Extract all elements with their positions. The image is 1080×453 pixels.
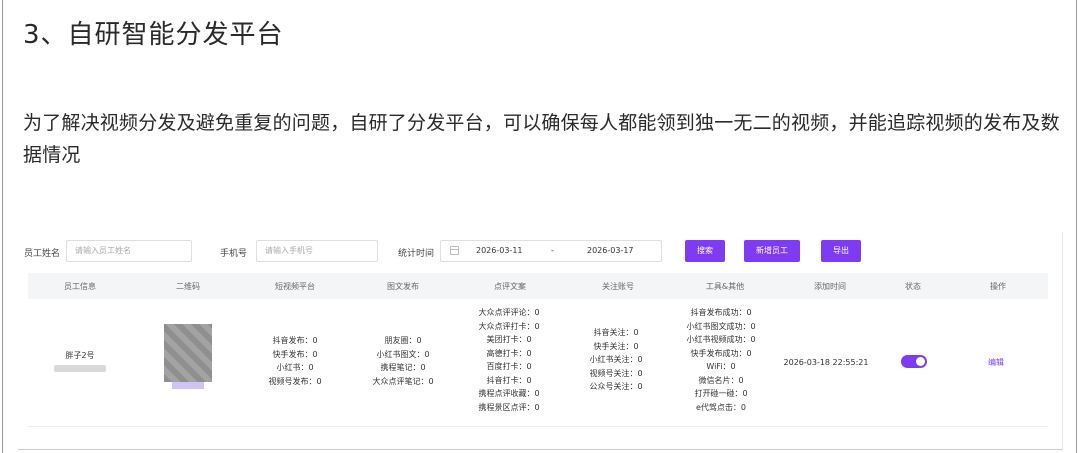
employee-name: 胖子2号 xyxy=(65,351,95,360)
th-short-video: 短视频平台 xyxy=(275,282,315,291)
added-time: 2026-03-18 22:55:21 xyxy=(783,358,869,367)
th-employee-info: 员工信息 xyxy=(64,282,96,291)
date-range-picker[interactable]: 2026-03-11 - 2026-03-17 xyxy=(440,240,662,262)
employee-name-label: 员工姓名 xyxy=(24,249,61,259)
th-qrcode: 二维码 xyxy=(176,282,200,291)
export-button[interactable]: 导出 xyxy=(821,240,861,262)
phone-input[interactable]: 请输入手机号 xyxy=(256,240,378,262)
short-video-cell: 抖音发布：0 快手发布：0 小红书：0 视频号发布：0 xyxy=(268,334,321,388)
follow-accounts-cell: 抖音关注：0 快手关注：0 小红书关注：0 视频号关注：0 公众号关注：0 xyxy=(589,326,642,394)
stats-time-label: 统计时间 xyxy=(398,249,435,259)
row-divider xyxy=(28,426,1048,427)
review-ctrip-scenic: 携程景区点评：0 xyxy=(478,402,540,412)
edit-link[interactable]: 编辑 xyxy=(988,357,1004,368)
tool-kuaishou-success: 快手发布成功：0 xyxy=(690,348,752,358)
tool-wifi: WiFi：0 xyxy=(706,362,736,371)
review-gaode-checkin: 高德打卡：0 xyxy=(486,348,532,358)
tool-douyin-success: 抖音发布成功：0 xyxy=(690,308,752,317)
date-start[interactable]: 2026-03-11 xyxy=(476,246,523,255)
employee-detail-blurred xyxy=(54,365,106,372)
search-button[interactable]: 搜索 xyxy=(685,240,725,262)
date-separator: - xyxy=(551,246,554,255)
review-ctrip-favorite: 携程点评收藏：0 xyxy=(478,389,540,398)
th-status: 状态 xyxy=(905,282,921,291)
add-employee-button[interactable]: 新增员工 xyxy=(744,240,800,262)
th-added-time: 添加时间 xyxy=(814,282,846,291)
review-baidu-checkin: 百度打卡：0 xyxy=(486,362,532,371)
table-header: 员工信息 二维码 短视频平台 图文发布 点评文案 关注账号 工具&其他 添加时间… xyxy=(28,273,1048,299)
th-follow-accounts: 关注账号 xyxy=(602,282,634,291)
review-dianping-comment: 大众点评评论：0 xyxy=(478,308,540,317)
tool-wechat-card: 微信名片：0 xyxy=(698,375,744,385)
follow-xiaohongshu: 小红书关注：0 xyxy=(589,355,643,364)
intro-paragraph: 为了解决视频分发及避免重复的问题，自研了分发平台，可以确保每人都能领到独一无二的… xyxy=(23,112,1060,166)
qrcode-caption-blurred xyxy=(172,382,204,389)
image-text-cell: 朋友圈：0 小红书图文：0 携程笔记：0 大众点评笔记：0 xyxy=(372,334,433,388)
short-video-shipinhao: 视频号发布：0 xyxy=(268,376,322,386)
review-meituan-checkin: 美团打卡：0 xyxy=(486,335,532,344)
image-text-moments: 朋友圈：0 xyxy=(384,336,422,345)
phone-label: 手机号 xyxy=(220,249,248,259)
tool-edaijia-click: e代驾点击：0 xyxy=(695,402,746,412)
tool-nfc-tap: 打开碰一碰：0 xyxy=(694,389,748,398)
tools-other-cell: 抖音发布成功：0 小红书图文成功：0 小红书视频成功：0 快手发布成功：0 Wi… xyxy=(686,306,755,414)
th-image-text: 图文发布 xyxy=(387,282,419,291)
image-text-dianping: 大众点评笔记：0 xyxy=(372,376,434,386)
follow-shipinhao: 视频号关注：0 xyxy=(589,368,643,378)
review-copy-cell: 大众点评评论：0 大众点评打卡：0 美团打卡：0 高德打卡：0 百度打卡：0 抖… xyxy=(478,306,539,414)
short-video-xiaohongshu: 小红书：0 xyxy=(276,363,314,372)
th-review-copy: 点评文案 xyxy=(494,282,526,291)
platform-screenshot: 员工姓名 请输入员工姓名 手机号 请输入手机号 统计时间 2026-03-11 … xyxy=(18,232,1063,450)
tool-xhs-image-success: 小红书图文成功：0 xyxy=(686,321,756,331)
review-douyin-checkin: 抖音打卡：0 xyxy=(486,375,532,385)
follow-kuaishou: 快手关注：0 xyxy=(593,341,639,351)
date-end[interactable]: 2026-03-17 xyxy=(587,246,634,255)
th-action: 操作 xyxy=(990,282,1006,291)
review-dianping-checkin: 大众点评打卡：0 xyxy=(478,321,540,331)
follow-douyin: 抖音关注：0 xyxy=(593,328,639,337)
employee-name-input[interactable]: 请输入员工姓名 xyxy=(66,240,192,262)
tool-xhs-video-success: 小红书视频成功：0 xyxy=(686,335,756,344)
short-video-douyin: 抖音发布：0 xyxy=(272,336,318,345)
toggle-knob xyxy=(916,357,925,366)
calendar-icon xyxy=(450,246,459,255)
section-title: 3、自研智能分发平台 xyxy=(23,20,284,50)
th-tools-other: 工具&其他 xyxy=(705,282,745,291)
qrcode-image xyxy=(164,324,212,382)
image-text-xiaohongshu: 小红书图文：0 xyxy=(376,349,430,359)
status-toggle[interactable] xyxy=(901,355,927,368)
image-text-ctrip: 携程笔记：0 xyxy=(380,363,426,372)
short-video-kuaishou: 快手发布：0 xyxy=(272,349,318,359)
follow-gongzhonghao: 公众号关注：0 xyxy=(589,382,643,391)
